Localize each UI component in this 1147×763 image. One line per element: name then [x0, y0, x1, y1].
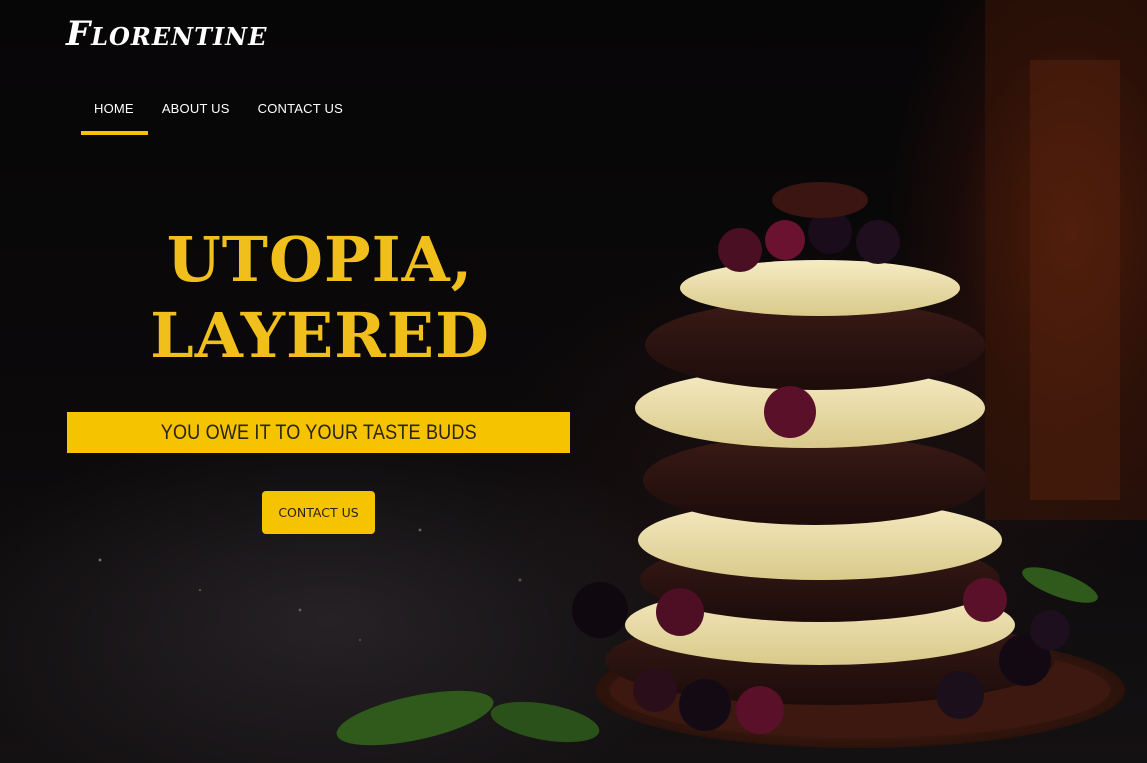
tagline-text: YOU OWE IT TO YOUR TASTE BUDS [160, 420, 477, 444]
nav-item-contact-us[interactable]: CONTACT US [244, 96, 357, 135]
tagline-banner: YOU OWE IT TO YOUR TASTE BUDS [67, 412, 570, 453]
main-nav: HOME ABOUT US CONTACT US [80, 96, 357, 135]
contact-us-button[interactable]: CONTACT US [262, 491, 375, 534]
brand-logo[interactable]: Florentine [66, 14, 267, 54]
hero-title: UTOPIA, LAYERED [110, 222, 530, 374]
hero-section: Florentine HOME ABOUT US CONTACT US UTOP… [0, 0, 1147, 763]
nav-item-home[interactable]: HOME [80, 96, 148, 135]
hero-title-line-2: LAYERED [150, 299, 490, 372]
nav-item-about-us[interactable]: ABOUT US [148, 96, 244, 135]
hero-title-line-1: UTOPIA, [166, 223, 474, 296]
